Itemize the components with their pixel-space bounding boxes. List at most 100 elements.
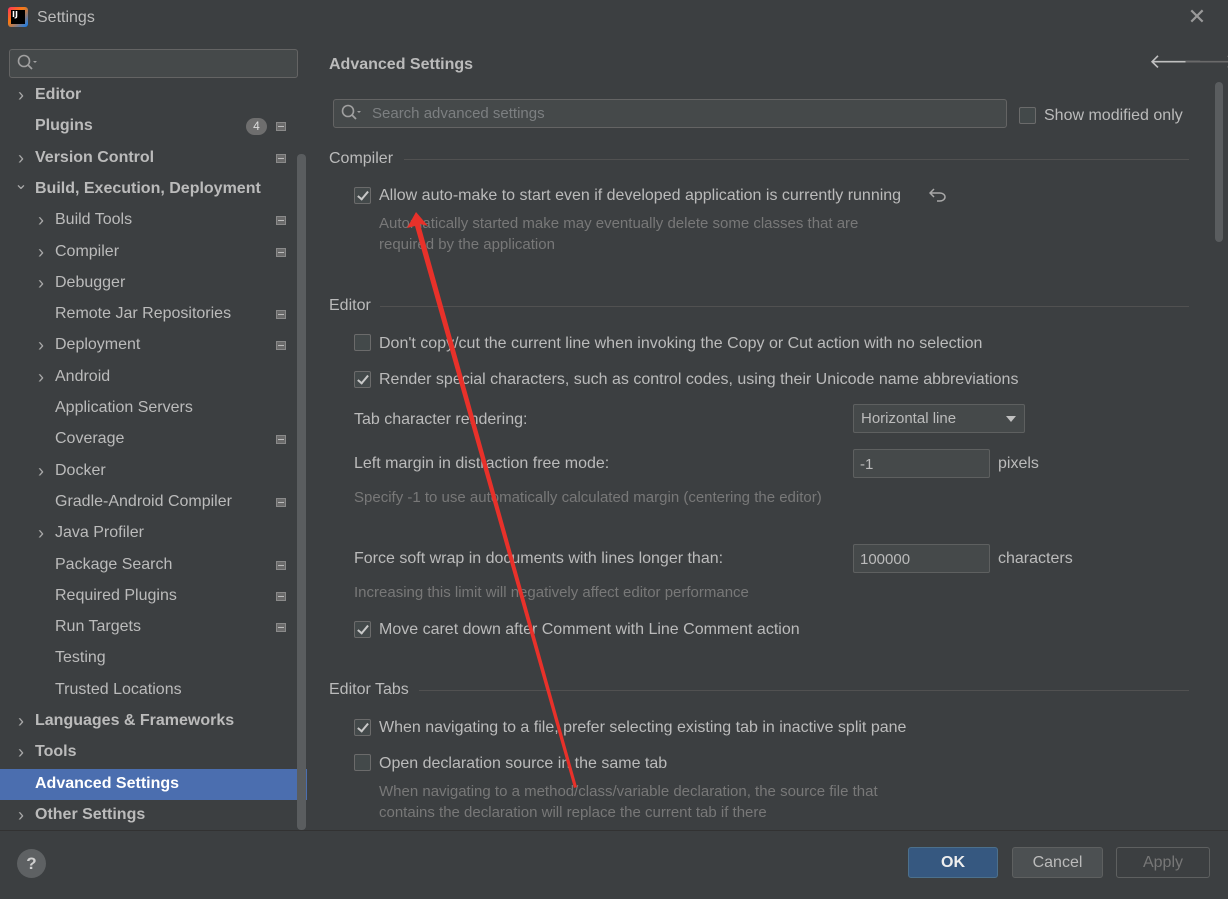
- chevron-right-icon[interactable]: ›: [34, 243, 48, 261]
- ok-button[interactable]: OK: [908, 847, 998, 878]
- sidebar-item-gradle-android-compiler[interactable]: Gradle-Android Compiler: [0, 487, 307, 518]
- advanced-settings-panel: Advanced Settings 🡐 🡒 Show modified only…: [307, 38, 1228, 830]
- advanced-search[interactable]: [333, 99, 1007, 128]
- project-level-icon: [276, 560, 286, 570]
- dialog-footer: ? OK Cancel Apply: [0, 830, 1228, 899]
- sidebar-item-remote-jar-repositories[interactable]: Remote Jar Repositories: [0, 299, 307, 330]
- main-scrollbar[interactable]: [1215, 82, 1223, 242]
- sidebar-item-editor[interactable]: › Editor: [0, 80, 307, 111]
- tab-rendering-dropdown[interactable]: Horizontal line: [853, 404, 1025, 433]
- sidebar-search-input[interactable]: [42, 53, 292, 74]
- tab-rendering-value: Horizontal line: [861, 410, 957, 427]
- chevron-right-icon[interactable]: ›: [34, 462, 48, 480]
- sidebar-item-run-targets[interactable]: Run Targets: [0, 612, 307, 643]
- sidebar-item-label: Languages & Frameworks: [35, 712, 235, 729]
- sidebar-item-advanced-settings[interactable]: Advanced Settings: [0, 768, 307, 800]
- auto-make-checkbox[interactable]: [354, 187, 371, 204]
- chevron-right-icon[interactable]: ›: [34, 524, 48, 542]
- chevron-down-icon: [1006, 416, 1016, 422]
- sidebar-item-label: Other Settings: [35, 805, 146, 823]
- sidebar-item-build-execution-deployment[interactable]: ⌄ Build, Execution, Deployment: [0, 174, 307, 205]
- left-margin-label: Left margin in distraction free mode:: [354, 455, 610, 472]
- project-level-icon: [276, 122, 286, 132]
- sidebar-item-label: Java Profiler: [55, 524, 144, 542]
- sidebar-item-android[interactable]: › Android: [0, 362, 307, 393]
- sidebar-item-label: Run Targets: [55, 618, 141, 636]
- sidebar-item-label: Testing: [55, 649, 106, 667]
- sidebar-item-package-search[interactable]: Package Search: [0, 550, 307, 581]
- open-same-tab-label: Open declaration source in the same tab: [379, 755, 668, 772]
- copy-cut-checkbox[interactable]: [354, 334, 371, 351]
- sidebar-item-deployment[interactable]: › Deployment: [0, 330, 307, 361]
- sidebar-item-plugins[interactable]: Plugins 4: [0, 111, 307, 142]
- project-level-icon: [276, 435, 286, 445]
- chevron-down-icon[interactable]: ⌄: [14, 176, 28, 192]
- sidebar-item-application-servers[interactable]: Application Servers: [0, 393, 307, 424]
- sidebar-item-tools[interactable]: › Tools: [0, 737, 307, 768]
- sidebar-item-build-tools[interactable]: › Build Tools: [0, 205, 307, 236]
- left-margin-input[interactable]: [860, 454, 980, 474]
- chevron-right-icon[interactable]: ›: [34, 211, 48, 229]
- sidebar-item-testing[interactable]: Testing: [0, 643, 307, 674]
- sidebar-item-label: Remote Jar Repositories: [55, 305, 232, 323]
- apply-button[interactable]: Apply: [1116, 847, 1210, 878]
- sidebar-search[interactable]: [9, 49, 298, 78]
- sidebar-item-label: Build, Execution, Deployment: [35, 179, 261, 197]
- chevron-right-icon[interactable]: ›: [14, 149, 28, 167]
- sidebar-item-compiler[interactable]: › Compiler: [0, 237, 307, 268]
- sidebar-item-label: Package Search: [55, 555, 173, 573]
- project-level-icon: [276, 591, 286, 601]
- move-caret-checkbox[interactable]: [354, 621, 371, 638]
- advanced-search-input[interactable]: [372, 103, 992, 124]
- project-level-icon: [276, 153, 286, 163]
- tab-rendering-label: Tab character rendering:: [354, 411, 528, 428]
- prefer-existing-tab-checkbox[interactable]: [354, 719, 371, 736]
- section-editor-tabs-title: Editor Tabs: [329, 681, 409, 698]
- sidebar-scrollbar[interactable]: [297, 154, 306, 830]
- soft-wrap-unit: characters: [998, 550, 1073, 567]
- soft-wrap-field[interactable]: [853, 544, 990, 573]
- window-title: Settings: [37, 9, 95, 26]
- show-modified-only-checkbox[interactable]: [1019, 107, 1036, 124]
- chevron-right-icon[interactable]: ›: [34, 274, 48, 292]
- chevron-right-icon[interactable]: ›: [34, 368, 48, 386]
- sidebar-item-label: Compiler: [55, 242, 120, 260]
- chevron-right-icon[interactable]: ›: [14, 712, 28, 730]
- auto-make-hint: Automatically started make may eventuall…: [379, 215, 859, 253]
- sidebar-item-trusted-locations[interactable]: Trusted Locations: [0, 675, 307, 706]
- chevron-right-icon[interactable]: ›: [14, 806, 28, 824]
- left-margin-unit: pixels: [998, 455, 1039, 472]
- open-same-tab-hint: When navigating to a method/class/variab…: [379, 783, 878, 821]
- arrow-right-icon[interactable]: 🡒: [1183, 52, 1228, 72]
- revert-icon[interactable]: [929, 186, 947, 202]
- render-special-checkbox[interactable]: [354, 371, 371, 388]
- soft-wrap-input[interactable]: [860, 549, 980, 569]
- sidebar-item-other-settings[interactable]: › Other Settings: [0, 800, 307, 830]
- sidebar-item-required-plugins[interactable]: Required Plugins: [0, 581, 307, 612]
- sidebar-item-label: Editor: [35, 86, 82, 103]
- sidebar-item-coverage[interactable]: Coverage: [0, 424, 307, 455]
- chevron-right-icon[interactable]: ›: [14, 743, 28, 761]
- sidebar-item-java-profiler[interactable]: › Java Profiler: [0, 518, 307, 549]
- cancel-button[interactable]: Cancel: [1012, 847, 1103, 878]
- search-icon: [341, 104, 361, 120]
- sidebar-item-languages-frameworks[interactable]: › Languages & Frameworks: [0, 706, 307, 737]
- chevron-right-icon[interactable]: ›: [34, 336, 48, 354]
- help-icon[interactable]: ?: [17, 849, 46, 878]
- open-same-tab-checkbox[interactable]: [354, 754, 371, 771]
- sidebar-item-label: Trusted Locations: [55, 680, 182, 698]
- move-caret-label: Move caret down after Comment with Line …: [379, 621, 800, 638]
- sidebar-item-label: Build Tools: [55, 211, 133, 229]
- sidebar-item-docker[interactable]: › Docker: [0, 456, 307, 487]
- left-margin-field[interactable]: [853, 449, 990, 478]
- project-level-icon: [276, 623, 286, 633]
- plugin-update-badge: 4: [246, 118, 267, 136]
- close-icon[interactable]: ✕: [1185, 6, 1209, 30]
- sidebar-item-version-control[interactable]: › Version Control: [0, 143, 307, 174]
- page-title: Advanced Settings: [329, 56, 474, 73]
- arrow-left-icon[interactable]: 🡐: [1149, 52, 1203, 72]
- section-divider: [380, 306, 1189, 307]
- chevron-right-icon[interactable]: ›: [14, 86, 28, 104]
- sidebar-item-debugger[interactable]: › Debugger: [0, 268, 307, 299]
- sidebar-item-label: Debugger: [55, 273, 126, 291]
